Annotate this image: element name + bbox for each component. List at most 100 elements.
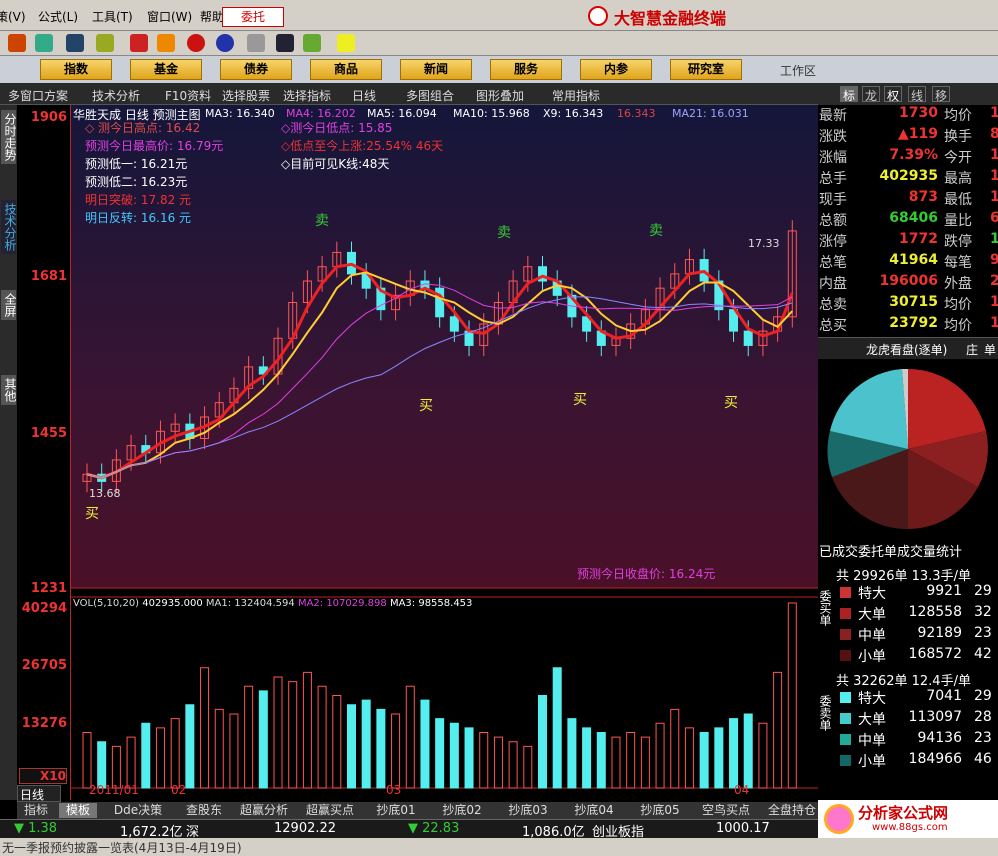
volume-bar	[214, 708, 224, 789]
nav-fund-button[interactable]: 基金	[130, 59, 202, 80]
tab-daily[interactable]: 日线	[352, 87, 376, 104]
volume-bar	[773, 671, 783, 789]
side-tab-other[interactable]: 其他	[1, 375, 17, 405]
indicator-tab[interactable]: 抄底02	[431, 803, 493, 818]
volume-bar	[126, 736, 136, 789]
volume-bar	[288, 681, 298, 789]
right-tab-quote[interactable]: 标	[840, 86, 858, 103]
period-tag[interactable]: 日线	[17, 785, 61, 802]
pie-tab-single[interactable]: 单	[984, 341, 996, 358]
nav-bond-button[interactable]: 债券	[220, 59, 292, 80]
menu-tools[interactable]: 工具(T)	[92, 8, 133, 25]
bell-icon[interactable]	[96, 34, 114, 52]
quote-value-2: 173	[990, 168, 998, 184]
quote-row: 总买 23792 均价 166	[818, 315, 998, 336]
toolbar-icon-2[interactable]	[35, 34, 53, 52]
side-tab-intraday[interactable]: 分时走势	[1, 110, 17, 164]
indicator-tab[interactable]: 抄底03	[497, 803, 559, 818]
tab-technical[interactable]: 技术分析	[92, 87, 140, 104]
nav-research-button[interactable]: 研究室	[670, 59, 742, 80]
indicator-tab[interactable]: 超赢分析	[233, 803, 295, 818]
nav-index-button[interactable]: 指数	[40, 59, 112, 80]
toolbar-icon-1[interactable]	[8, 34, 26, 52]
toolbar-icon-10[interactable]	[276, 34, 294, 52]
help-pointer-icon[interactable]	[337, 34, 355, 52]
indicator-tab[interactable]: 空鸟买点	[695, 803, 757, 818]
menu-formula[interactable]: 公式(L)	[38, 8, 78, 25]
indicator-tab[interactable]: 抄底01	[365, 803, 427, 818]
quote-value-2: 145	[990, 231, 998, 247]
menu-window[interactable]: 窗口(W)	[147, 8, 192, 25]
vol-ma3: MA3: 98558.453	[389, 598, 473, 609]
month-label-apr: 04	[734, 783, 750, 797]
brand-title: 大智慧金融终端	[614, 9, 727, 28]
volume-bar	[729, 718, 739, 789]
toolbar-icon-8[interactable]	[216, 34, 234, 52]
tab-stock-select[interactable]: 选择股票	[222, 87, 270, 104]
indicator-tab[interactable]: 抄底05	[629, 803, 691, 818]
pred-rise-from-low: ◇低点至今上涨:25.54% 46天	[281, 139, 444, 153]
side-tab-technical[interactable]: 技术分析	[1, 200, 17, 254]
indicator-tab[interactable]: 查股东	[179, 803, 229, 818]
indicator-tab[interactable]: Dde决策	[101, 803, 175, 818]
nav-service-button[interactable]: 服务	[490, 59, 562, 80]
volume-bar	[552, 667, 562, 789]
tab-multiwindow[interactable]: 多窗口方案	[8, 87, 68, 104]
quote-value: 1730	[899, 105, 938, 121]
quote-row: 现手 873 最低 165	[818, 189, 998, 210]
quote-label-2: 最高	[944, 171, 972, 187]
tab-common-indicators[interactable]: 常用指标	[552, 87, 600, 104]
volume-bar	[538, 695, 548, 789]
volume-bar	[229, 713, 239, 789]
volume-bar	[523, 745, 533, 789]
volume-bar	[611, 736, 621, 789]
tab-multichart[interactable]: 多图组合	[406, 87, 454, 104]
nav-news-button[interactable]: 新闻	[400, 59, 472, 80]
right-tab-dragon[interactable]: 龙	[862, 86, 880, 103]
status-a-change: ▼ 1.38	[14, 821, 58, 836]
pie-tab-zhuang[interactable]: 庄	[966, 341, 978, 358]
right-tab-power[interactable]: 权	[884, 86, 902, 103]
books-icon[interactable]	[303, 34, 321, 52]
indicator-tab[interactable]: 模板	[59, 803, 97, 818]
binoculars-icon[interactable]	[66, 34, 84, 52]
quote-value: 23792	[889, 315, 938, 331]
right-tab-line[interactable]: 线	[908, 86, 926, 103]
indicator-tab[interactable]: 抄底04	[563, 803, 625, 818]
prediction-list: ◇ 测今日高点: 16.42 预测今日最高价: 16.79元 预测低一: 16.…	[85, 119, 223, 227]
indicator-tab[interactable]: 指标	[17, 803, 55, 818]
pred-breakout: 明日突破: 17.82 元	[85, 193, 192, 207]
buy-orders-total: 共 29926单 13.3手/单	[836, 569, 971, 584]
ticker-text[interactable]: 无一季报预约披露一览表(4月13日-4月19日)	[2, 839, 242, 856]
nav-insider-button[interactable]: 内参	[580, 59, 652, 80]
toolbar-icon-9[interactable]	[247, 34, 265, 52]
tab-indicator-select[interactable]: 选择指标	[283, 87, 331, 104]
volume-bar	[420, 699, 430, 789]
workzone-label[interactable]: 工作区	[780, 62, 816, 79]
nav-commodity-button[interactable]: 商品	[310, 59, 382, 80]
toolbar-icon-5[interactable]	[130, 34, 148, 52]
quote-row: 总笔 41964 每笔 9	[818, 252, 998, 273]
toolbar-icon-6[interactable]	[157, 34, 175, 52]
indicator-tab[interactable]: 超赢买点	[299, 803, 361, 818]
order-row: 中单 92189 23	[818, 625, 998, 646]
right-tab-move[interactable]: 移	[932, 86, 950, 103]
tab-overlay[interactable]: 图形叠加	[476, 87, 524, 104]
order-row: 中单 94136 23	[818, 730, 998, 751]
quote-label-2: 均价	[944, 108, 972, 124]
entrust-button[interactable]: 委托	[222, 7, 284, 27]
order-volume: 184966	[908, 751, 962, 767]
sell-orders-total: 共 32262单 12.4手/单	[836, 674, 971, 689]
volume-bar	[317, 685, 327, 789]
quote-value-2: 20692	[990, 273, 998, 289]
month-label-feb: 02	[171, 783, 187, 797]
toolbar-icon-7[interactable]	[187, 34, 205, 52]
side-tab-fullscreen[interactable]: 全屏	[1, 290, 17, 320]
quote-label: 总手	[819, 171, 847, 187]
indicator-tab[interactable]: 全盘持仓	[761, 803, 823, 818]
tab-f10[interactable]: F10资料	[165, 87, 211, 104]
order-percent: 23	[974, 625, 992, 641]
pie-title[interactable]: 龙虎看盘(逐单)	[866, 341, 947, 358]
menu-strategy[interactable]: 策(V)	[0, 8, 26, 25]
order-volume: 128558	[908, 604, 962, 620]
